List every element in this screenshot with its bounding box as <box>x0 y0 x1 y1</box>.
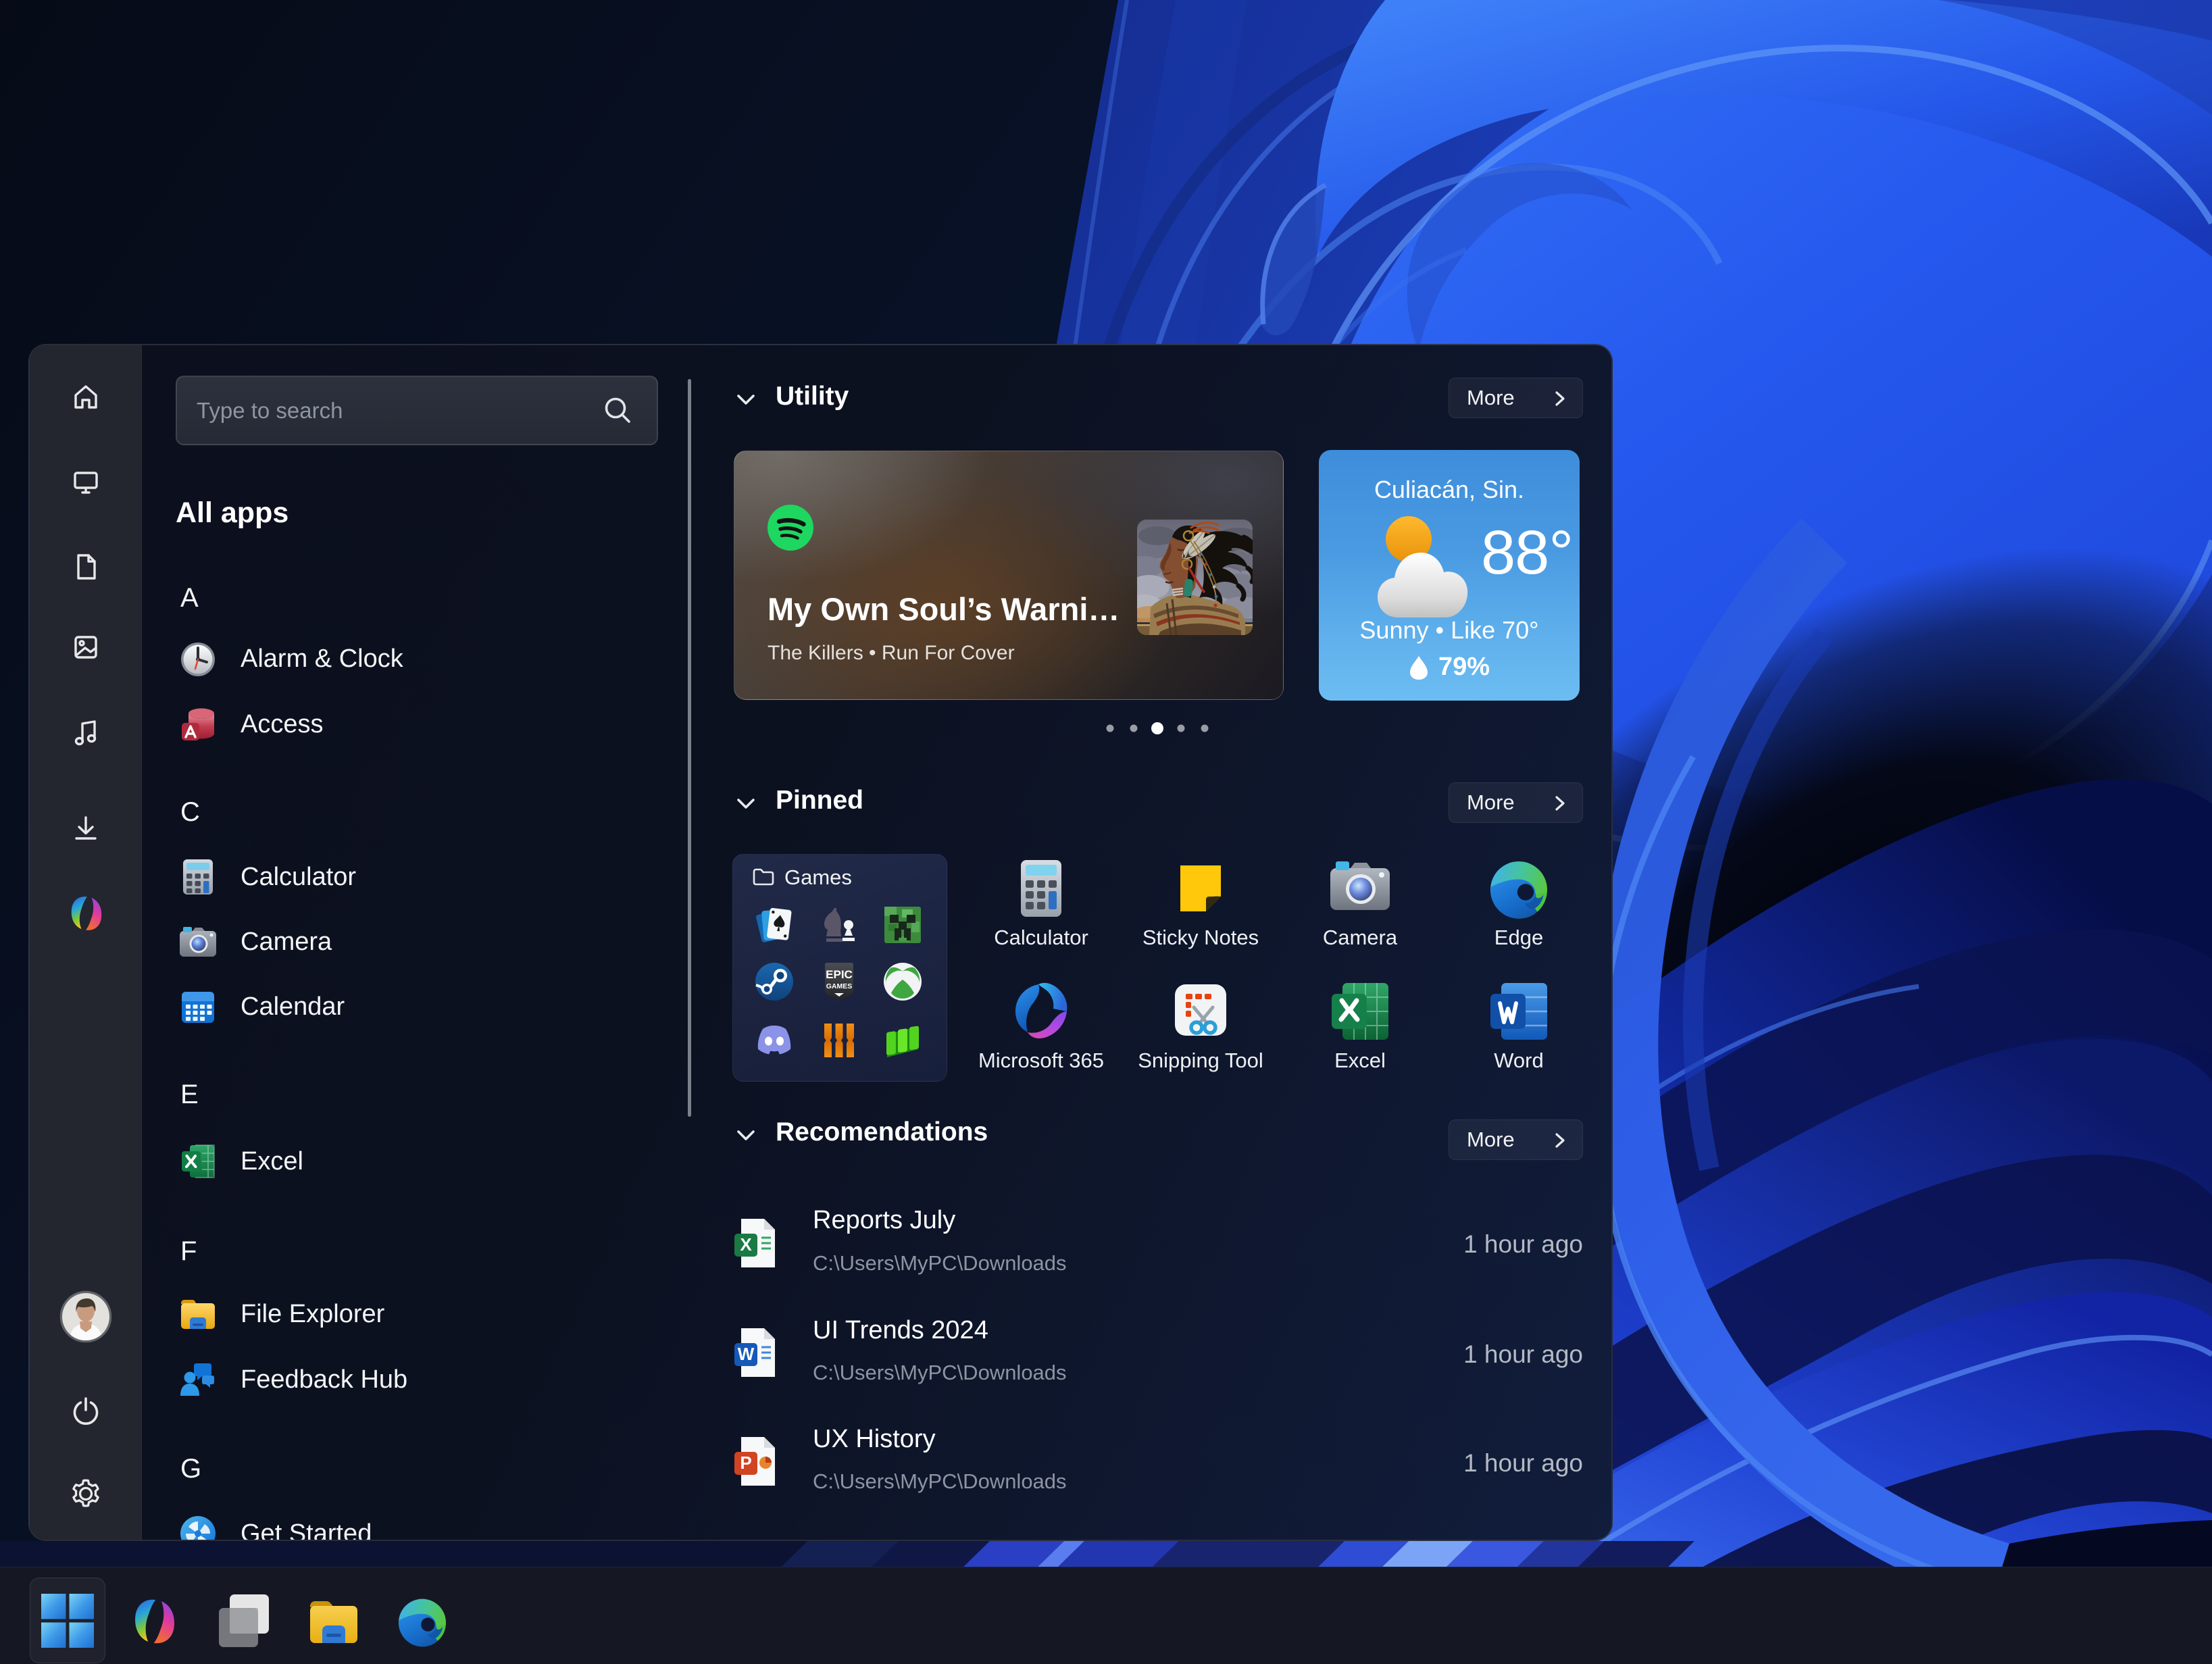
svg-text:P: P <box>740 1453 751 1473</box>
svg-text:EPIC: EPIC <box>826 968 853 981</box>
svg-text:W: W <box>738 1344 755 1364</box>
svg-text:X: X <box>740 1234 752 1255</box>
svg-text:GAMES: GAMES <box>826 982 853 990</box>
